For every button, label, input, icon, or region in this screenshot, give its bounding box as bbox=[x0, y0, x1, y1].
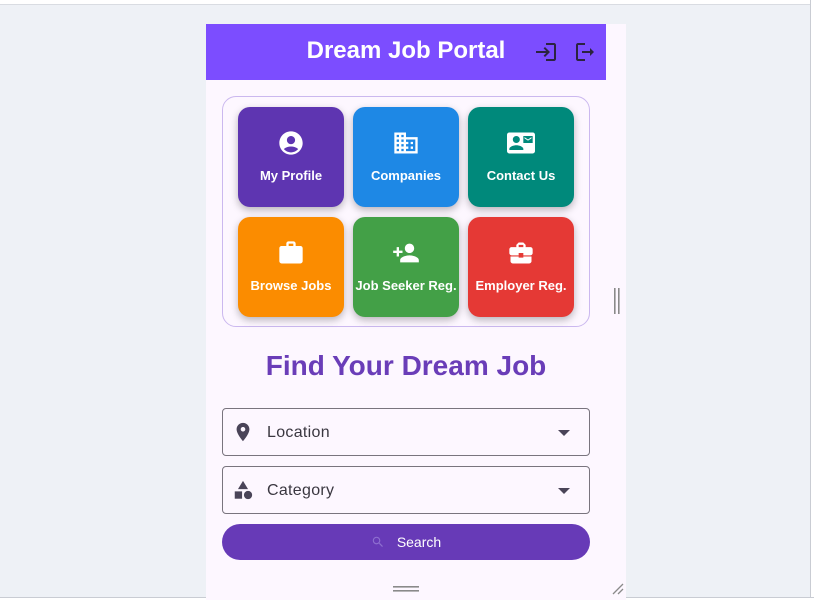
app-bar: Dream Job Portal bbox=[206, 24, 606, 80]
tile-label: Employer Reg. bbox=[475, 278, 567, 293]
tile-label: Companies bbox=[370, 168, 442, 183]
tile-label: Contact Us bbox=[486, 168, 556, 183]
category-label: Category bbox=[267, 482, 335, 499]
resize-grip-icon[interactable] bbox=[610, 581, 624, 595]
browser-top-ruler bbox=[0, 0, 814, 5]
work-icon bbox=[279, 241, 303, 264]
tile-employer-registration[interactable]: Employer Reg. bbox=[468, 217, 574, 317]
dropdown-arrow-icon bbox=[558, 430, 570, 436]
tile-companies[interactable]: Companies bbox=[353, 107, 459, 207]
tile-job-seeker-registration[interactable]: Job Seeker Reg. bbox=[353, 217, 459, 317]
tile-label: Job Seeker Reg. bbox=[355, 278, 457, 293]
tile-my-profile[interactable]: My Profile bbox=[238, 107, 344, 207]
page-heading: Find Your Dream Job bbox=[265, 350, 547, 381]
menu-grid: My Profile Companies Contact Us Browse J… bbox=[222, 96, 590, 327]
login-icon[interactable] bbox=[534, 40, 558, 64]
category-icon bbox=[234, 480, 253, 500]
person-add-icon bbox=[393, 243, 419, 263]
contact-mail-icon bbox=[507, 132, 535, 154]
tile-contact-us[interactable]: Contact Us bbox=[468, 107, 574, 207]
app-frame: Dream Job Portal My Profile Companies Co… bbox=[206, 24, 626, 600]
location-label: Location bbox=[267, 424, 330, 441]
side-drag-handle[interactable] bbox=[614, 288, 620, 314]
location-dropdown[interactable]: Location bbox=[222, 408, 590, 456]
browser-right-edge bbox=[810, 0, 814, 600]
tile-browse-jobs[interactable]: Browse Jobs bbox=[238, 217, 344, 317]
bottom-drag-handle[interactable] bbox=[393, 586, 419, 592]
dropdown-arrow-icon bbox=[558, 488, 570, 494]
search-label: Search bbox=[396, 534, 442, 550]
tile-label: Browse Jobs bbox=[250, 278, 332, 293]
search-button[interactable]: Search bbox=[222, 524, 590, 560]
business-icon bbox=[394, 132, 418, 154]
search-icon bbox=[372, 536, 383, 547]
category-dropdown[interactable]: Category bbox=[222, 466, 590, 514]
logout-icon[interactable] bbox=[573, 40, 597, 64]
business-center-icon bbox=[509, 242, 533, 264]
account-circle-icon bbox=[279, 131, 303, 155]
location-pin-icon bbox=[236, 422, 250, 442]
tile-label: My Profile bbox=[259, 168, 323, 183]
